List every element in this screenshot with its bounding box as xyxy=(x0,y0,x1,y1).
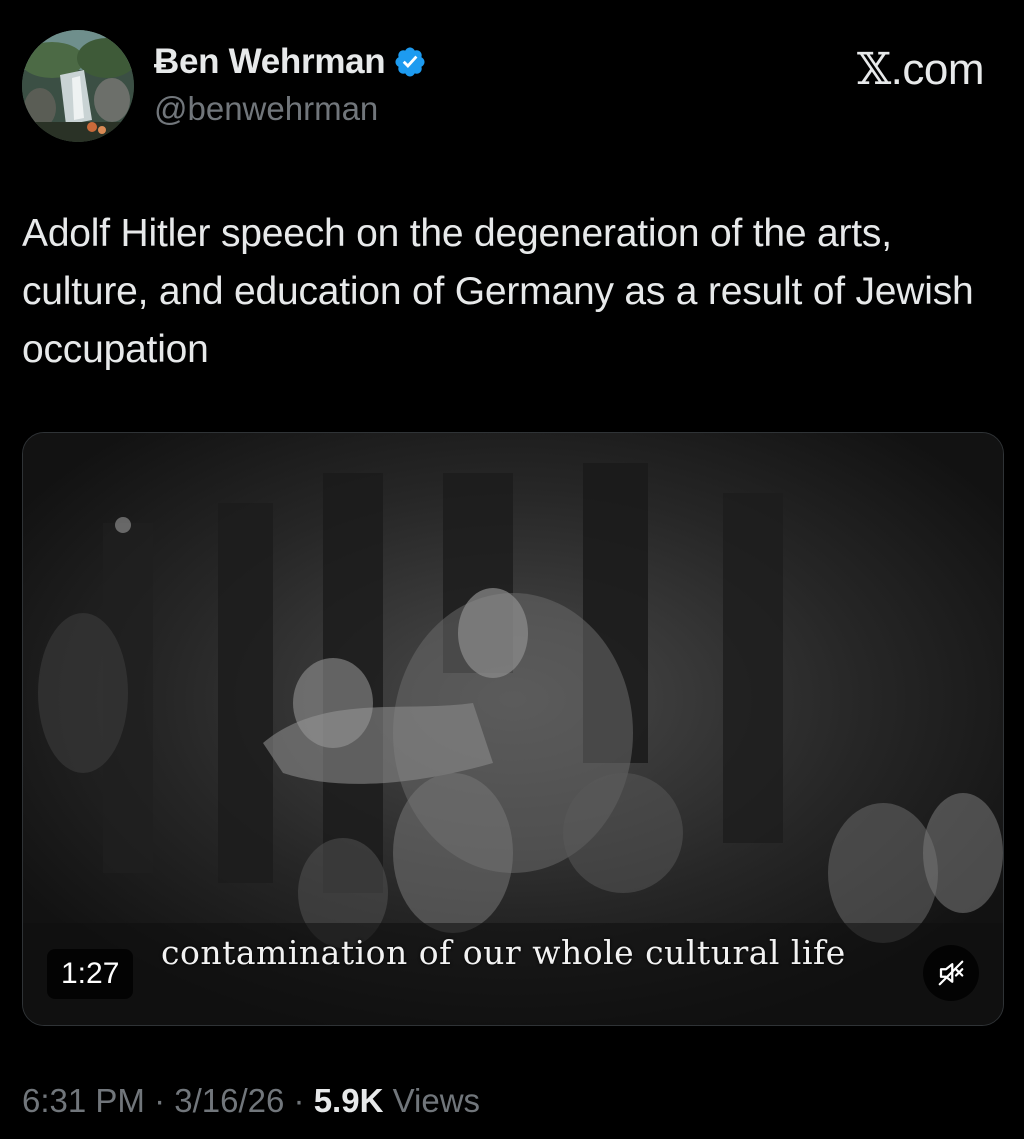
tweet-meta: 6:31 PM · 3/16/26 · 5.9K Views xyxy=(22,1082,480,1120)
tweet-text: Adolf Hitler speech on the degeneration … xyxy=(22,212,974,371)
avatar-image xyxy=(22,30,134,142)
mute-toggle-button[interactable] xyxy=(923,945,979,1001)
meta-separator: · xyxy=(293,1082,305,1119)
tweet-time[interactable]: 6:31 PM xyxy=(22,1082,145,1119)
speaker-muted-icon xyxy=(938,960,964,986)
tweet-date[interactable]: 3/16/26 xyxy=(174,1082,284,1119)
author-handle[interactable]: @benwehrman xyxy=(154,90,378,128)
name-row: Ƀen Wehrman xyxy=(154,42,427,82)
meta-separator: · xyxy=(154,1082,166,1119)
video-subtitle: contamination of our whole cultural life xyxy=(161,933,846,972)
video-duration-badge: 1:27 xyxy=(47,949,134,999)
views-label: Views xyxy=(392,1082,481,1119)
avatar[interactable] xyxy=(22,30,134,142)
brand-suffix: .com xyxy=(890,45,985,94)
x-com-brand: 𝕏.com xyxy=(857,44,985,95)
x-logo-icon: 𝕏 xyxy=(857,44,891,95)
author-display-name[interactable]: Ƀen Wehrman xyxy=(154,42,386,82)
tweet-header: Ƀen Wehrman @benwehrman 𝕏.com xyxy=(22,30,1002,145)
verified-badge-icon xyxy=(393,45,427,79)
video-player[interactable]: contamination of our whole cultural life… xyxy=(22,432,1004,1026)
views-count: 5.9K xyxy=(313,1082,384,1119)
